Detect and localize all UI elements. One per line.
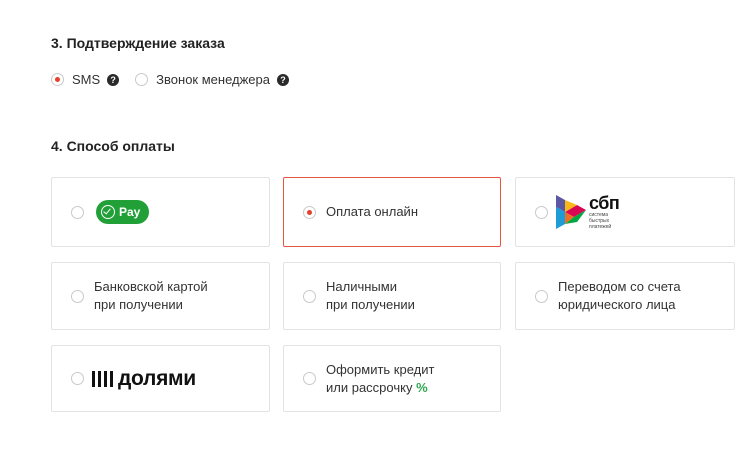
sbp-radio[interactable] (535, 205, 548, 219)
online-radio[interactable] (303, 205, 316, 219)
payment-option-sbp[interactable]: сбп система быстрых платежей (515, 177, 735, 247)
dolyami-wordmark: долями (118, 366, 196, 390)
sbp-logo: сбп система быстрых платежей (556, 194, 629, 230)
percent-badge: % (416, 379, 428, 395)
dolyami-bars-icon (92, 370, 113, 387)
cash-radio[interactable] (303, 289, 316, 303)
credit-radio[interactable] (303, 372, 316, 385)
cash-label: Наличными при получении (326, 279, 415, 312)
sms-label[interactable]: SMS (72, 72, 100, 87)
payment-option-credit[interactable]: Оформить кредит или рассрочку % (283, 345, 501, 412)
payment-option-gpay[interactable]: Pay (51, 177, 270, 247)
dolyami-logo: долями (92, 367, 196, 391)
order-confirmation-title: 3. Подтверждение заказа (51, 35, 225, 51)
payment-option-card-on-delivery[interactable]: Банковской картой при получении (51, 262, 270, 330)
manager-call-label[interactable]: Звонок менеджера (156, 72, 270, 87)
sbp-wordmark: сбп (589, 193, 620, 213)
manager-call-radio[interactable] (135, 73, 149, 86)
payment-option-bank-transfer[interactable]: Переводом со счета юридического лица (515, 262, 735, 330)
sms-radio[interactable] (51, 73, 64, 86)
gpay-logo: Pay (96, 200, 149, 224)
sbp-logo-icon (556, 195, 586, 229)
online-label: Оплата онлайн (326, 204, 418, 219)
payment-method-title: 4. Способ оплаты (51, 138, 175, 154)
gpay-label: Pay (119, 205, 141, 219)
manager-call-help-icon[interactable]: ? (277, 73, 289, 86)
bank-transfer-radio[interactable] (535, 289, 548, 303)
checkmark-circle-icon (101, 205, 115, 219)
gpay-radio[interactable] (71, 205, 84, 219)
card-on-delivery-label: Банковской картой при получении (94, 279, 208, 312)
card-on-delivery-radio[interactable] (71, 289, 84, 303)
credit-label: Оформить кредит или рассрочку % (326, 361, 435, 395)
confirmation-options: SMS ? Звонок менеджера ? (51, 72, 289, 87)
sms-help-icon[interactable]: ? (107, 73, 120, 86)
payment-option-online[interactable]: Оплата онлайн (283, 177, 501, 247)
sbp-subtitle: система быстрых платежей (589, 212, 612, 230)
bank-transfer-label: Переводом со счета юридического лица (558, 279, 681, 312)
payment-option-dolyami[interactable]: долями (51, 345, 270, 412)
payment-option-cash[interactable]: Наличными при получении (283, 262, 501, 330)
dolyami-radio[interactable] (71, 372, 84, 385)
